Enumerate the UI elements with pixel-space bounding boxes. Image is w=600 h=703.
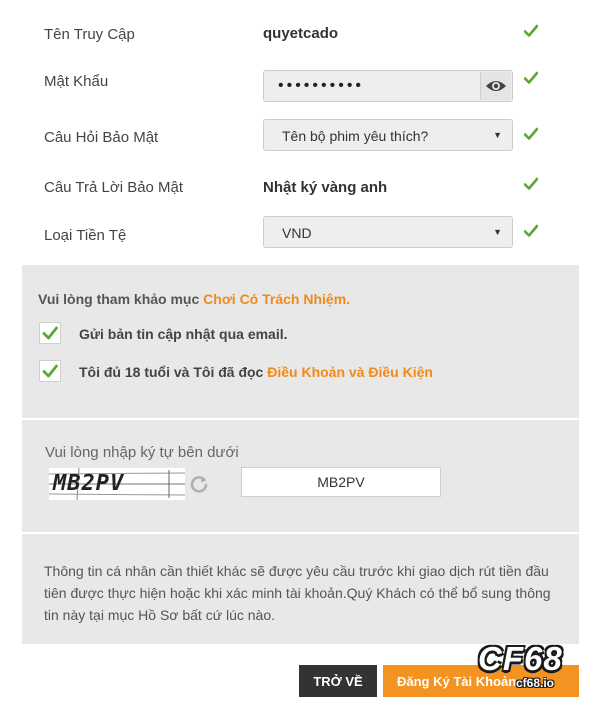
captcha-input[interactable] <box>241 467 441 497</box>
terms-link[interactable]: Điều Khoản và Điều Kiện <box>267 364 433 380</box>
check-icon <box>524 127 538 140</box>
cf68-watermark: CF68 cf68.io <box>470 640 590 696</box>
info-text: Thông tin cá nhân cần thiết khác sẽ được… <box>44 563 551 623</box>
password-field[interactable]: •••••••••• <box>263 70 513 102</box>
responsible-gaming-link[interactable]: Chơi Có Trách Nhiệm. <box>203 291 350 307</box>
check-icon <box>524 71 538 84</box>
responsible-gaming-notice: Vui lòng tham khảo mục Chơi Có Trách Nhi… <box>38 291 350 307</box>
newsletter-checkbox[interactable] <box>39 322 61 344</box>
responsible-gaming-prefix: Vui lòng tham khảo mục <box>38 291 204 307</box>
caret-down-icon: ▼ <box>493 227 502 237</box>
terms-prefix: Tôi đủ 18 tuổi và Tôi đã đọc <box>79 364 268 380</box>
eye-icon <box>486 81 506 91</box>
consent-panel: Vui lòng tham khảo mục Chơi Có Trách Nhi… <box>22 265 579 418</box>
currency-selected: VND <box>282 225 312 241</box>
check-icon <box>42 326 58 340</box>
back-button[interactable]: TRỞ VỀ <box>299 665 377 697</box>
username-value: quyetcado <box>263 25 339 42</box>
check-icon <box>524 224 538 237</box>
terms-checkbox[interactable] <box>39 360 61 382</box>
captcha-panel: Vui lòng nhập ký tự bên dưới MB2PV <box>22 420 579 532</box>
password-masked-value: •••••••••• <box>278 77 365 94</box>
currency-label: Loại Tiền Tệ <box>44 227 127 244</box>
check-icon <box>524 24 538 37</box>
currency-row: Loại Tiền Tệ VND ▼ <box>0 216 600 256</box>
newsletter-label: Gửi bản tin cập nhật qua email. <box>79 326 288 342</box>
username-row: Tên Truy Cập quyetcado <box>0 20 600 60</box>
captcha-image: MB2PV <box>48 467 186 501</box>
refresh-icon[interactable] <box>189 474 209 494</box>
watermark-logo: CF68 <box>478 640 563 677</box>
security-question-select[interactable]: Tên bộ phim yêu thích? ▼ <box>263 119 513 151</box>
captcha-text: MB2PV <box>53 471 125 496</box>
terms-label: Tôi đủ 18 tuổi và Tôi đã đọc Điều Khoản … <box>79 364 433 380</box>
currency-select[interactable]: VND ▼ <box>263 216 513 248</box>
password-label: Mật Khẩu <box>44 73 109 90</box>
username-label: Tên Truy Cập <box>44 26 135 43</box>
password-row: Mật Khẩu •••••••••• <box>0 68 600 108</box>
security-question-row: Câu Hỏi Bảo Mật Tên bộ phim yêu thích? ▼ <box>0 119 600 159</box>
captcha-label: Vui lòng nhập ký tự bên dưới <box>45 444 239 461</box>
security-question-selected: Tên bộ phim yêu thích? <box>282 128 429 144</box>
check-icon <box>524 177 538 190</box>
show-password-button[interactable] <box>480 72 511 100</box>
watermark-domain: cf68.io <box>516 676 555 690</box>
security-answer-row: Câu Trả Lời Bảo Mật Nhật ký vàng anh <box>0 170 600 210</box>
info-panel: Thông tin cá nhân cần thiết khác sẽ được… <box>22 534 579 644</box>
check-icon <box>42 364 58 378</box>
security-answer-label: Câu Trả Lời Bảo Mật <box>44 179 184 196</box>
security-answer-value: Nhật ký vàng anh <box>263 179 388 196</box>
caret-down-icon: ▼ <box>493 130 502 140</box>
security-question-label: Câu Hỏi Bảo Mật <box>44 129 159 146</box>
